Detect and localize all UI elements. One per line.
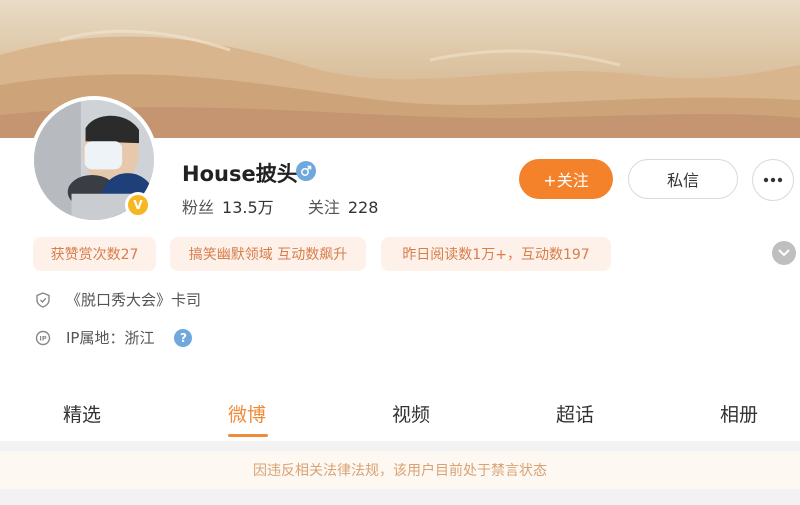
- active-tab-indicator: [228, 434, 268, 437]
- tab-video[interactable]: 视频: [392, 400, 430, 427]
- followers-count[interactable]: 13.5万: [222, 198, 274, 217]
- follow-button[interactable]: +关注: [519, 159, 613, 199]
- ellipsis-icon: [763, 177, 783, 183]
- ip-location-row: IP IP属地：浙江 ?: [34, 327, 193, 348]
- profile-name: House披头: [182, 162, 298, 186]
- ip-location-text: IP属地：浙江: [66, 329, 155, 347]
- ban-notice-text: 因违反相关法律法规，该用户目前处于禁言状态: [253, 463, 547, 479]
- following-count[interactable]: 228: [348, 198, 379, 217]
- verified-badge-icon: V: [125, 192, 151, 218]
- profile-stats: 粉丝 13.5万 关注 228: [182, 194, 378, 218]
- credential-row: 《脱口秀大会》卡司: [34, 289, 201, 310]
- ban-notice: 因违反相关法律法规，该用户目前处于禁言状态: [0, 451, 800, 489]
- section-divider: [0, 441, 800, 451]
- tab-album[interactable]: 相册: [720, 400, 758, 427]
- male-gender-icon: [296, 161, 316, 181]
- tab-super-topic[interactable]: 超话: [556, 400, 594, 427]
- chevron-down-icon[interactable]: [772, 241, 796, 265]
- honor-tag[interactable]: 获赞赏次数27: [33, 237, 156, 271]
- credential-text: 《脱口秀大会》卡司: [66, 291, 202, 309]
- help-icon[interactable]: ?: [174, 328, 193, 347]
- tab-featured[interactable]: 精选: [63, 400, 101, 427]
- shield-icon: [34, 291, 52, 309]
- following-label[interactable]: 关注: [308, 198, 340, 217]
- honor-tag[interactable]: 昨日阅读数1万+，互动数197: [381, 237, 611, 271]
- more-button[interactable]: [752, 159, 794, 201]
- honor-tag[interactable]: 搞笑幽默领域 互动数飙升: [170, 237, 366, 271]
- message-button[interactable]: 私信: [628, 159, 738, 199]
- profile-tabs: 精选 微博 视频 超话 相册: [0, 390, 800, 438]
- svg-text:IP: IP: [39, 334, 46, 342]
- followers-label[interactable]: 粉丝: [182, 198, 214, 217]
- ip-location-icon: IP: [34, 329, 52, 347]
- tab-weibo[interactable]: 微博: [228, 400, 266, 427]
- bottom-divider: [0, 489, 800, 505]
